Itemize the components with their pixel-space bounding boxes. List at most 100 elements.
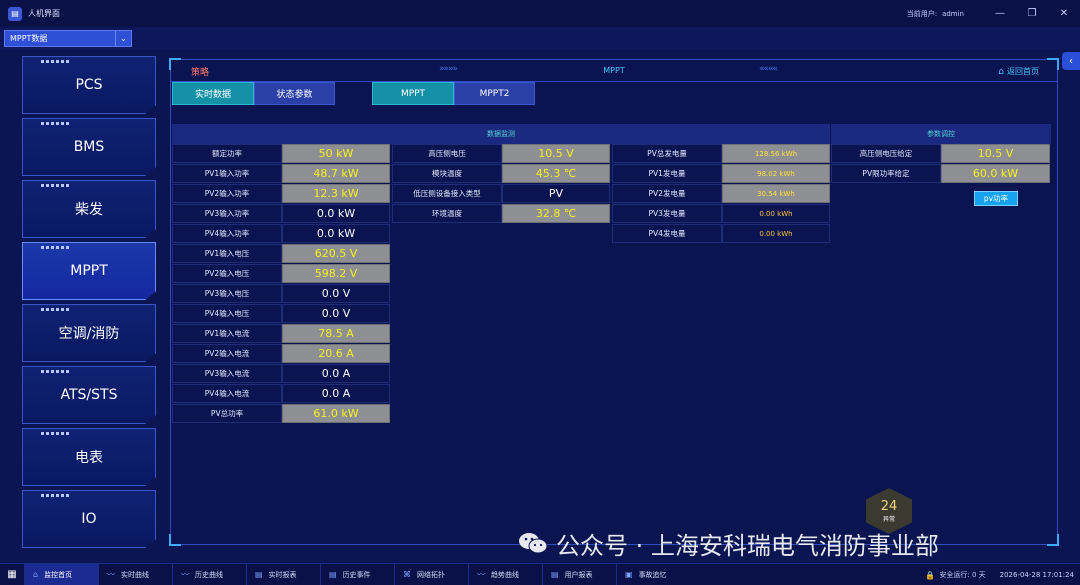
field-value: 0.0 V	[282, 304, 390, 323]
field-label: PV2发电量	[612, 184, 722, 203]
field-value: 0.00 kWh	[722, 224, 830, 243]
field-value: 0.00 kWh	[722, 204, 830, 223]
tab-mppt2[interactable]: MPPT2	[454, 82, 535, 105]
field-label: 高压侧电压	[392, 144, 502, 163]
field-label: 额定功率	[172, 144, 282, 163]
field-value: PV	[502, 184, 610, 203]
chart-line-icon: 〰	[107, 570, 115, 579]
stripe-decor	[41, 308, 71, 311]
toolbar: MPPT数据 ⌄	[0, 27, 1080, 49]
field-value: 128.56 kWh	[722, 144, 830, 163]
sidebar-item-label: 电表	[75, 450, 103, 466]
pv-power-button[interactable]: pv功率	[974, 191, 1018, 206]
stripe-decor	[41, 246, 71, 249]
field-label: PV总发电量	[612, 144, 722, 163]
taskbar-item[interactable]: ⌘ 网络拓扑	[394, 563, 468, 585]
alarm-count: 24	[880, 499, 898, 514]
history-chart-icon: 〰	[181, 570, 189, 579]
collapse-left-icon[interactable]: ‹	[1062, 52, 1080, 70]
field-label: PV2输入功率	[172, 184, 282, 203]
safety-days: 安全运行: 0 天	[939, 571, 986, 579]
field-value: 10.5 V	[502, 144, 610, 163]
sidebar-item[interactable]: 电表	[22, 428, 156, 486]
watermark: 公众号 · 上海安科瑞电气消防事业部	[518, 525, 939, 561]
taskbar-item-label: 用户报表	[564, 570, 593, 579]
minimize-icon[interactable]: —	[984, 0, 1016, 27]
hmi-screen: ▤ 人机界面 当前用户: admin — ❐ ✕ MPPT数据 ⌄ PCS BMS…	[0, 0, 1080, 585]
page-title: MPPT	[603, 66, 625, 75]
user-report-icon: ▤	[551, 570, 559, 579]
field-label: PV4输入电压	[172, 304, 282, 323]
field-label: PV总功率	[172, 404, 282, 423]
incident-icon: ▣	[625, 570, 633, 579]
taskbar: ▦ ⌂ 监控首页〰实时曲线〰历史曲线 ▤ 实时报表 ▤ 历史事件 ⌘ 网络拓扑〰趋势曲线 ▤ 用户…	[0, 563, 1080, 585]
stripe-decor	[41, 432, 71, 435]
wechat-icon	[519, 533, 548, 554]
hmi-app-icon: ▤	[8, 6, 22, 21]
sidebar-item[interactable]: MPPT	[22, 242, 156, 300]
sidebar-item[interactable]: PCS	[22, 56, 156, 114]
taskbar-item-label: 监控首页	[44, 570, 73, 579]
stripe-decor	[41, 122, 71, 125]
field-value: 98.02 kWh	[722, 164, 830, 183]
tab-realtime[interactable]: 实时数据	[172, 82, 254, 105]
field-label: PV1输入电流	[172, 324, 282, 343]
field-label: PV1输入功率	[172, 164, 282, 183]
field-value: 0.0 V	[282, 284, 390, 303]
user-label: 当前用户:	[906, 9, 938, 18]
page-select-dropdown[interactable]: MPPT数据 ⌄	[4, 30, 132, 47]
taskbar-item[interactable]: ▤ 历史事件	[320, 563, 394, 585]
field-label: PV4发电量	[612, 224, 722, 243]
field-value: 61.0 kW	[282, 404, 390, 423]
field-label: PV3发电量	[612, 204, 722, 223]
home-label: 返回首页	[1007, 67, 1039, 76]
taskbar-item-label: 事故追忆	[638, 570, 667, 579]
panel-header: 策略 »»»» MPPT «««« ⌂ 返回首页	[171, 60, 1057, 82]
start-grid-icon[interactable]: ▦	[0, 564, 24, 585]
watermark-text: 公众号 · 上海安科瑞电气消防事业部	[556, 531, 939, 560]
sidebar-item[interactable]: 空调/消防	[22, 304, 156, 362]
taskbar-item[interactable]: 〰趋势曲线	[468, 563, 542, 585]
field-value: 620.5 V	[282, 244, 390, 263]
field-value: 32.8 ℃	[502, 204, 610, 223]
sidebar-item-label: 空调/消防	[58, 326, 120, 342]
field-value[interactable]: 10.5 V	[941, 144, 1050, 163]
sidebar-item-label: BMS	[73, 139, 105, 155]
field-value: 12.3 kW	[282, 184, 390, 203]
taskbar-item[interactable]: 〰历史曲线	[172, 563, 246, 585]
title-bar: ▤ 人机界面 当前用户: admin — ❐ ✕	[0, 0, 1080, 27]
sidebar-item-label: MPPT	[70, 263, 108, 279]
tab-mppt[interactable]: MPPT	[372, 82, 454, 105]
arrows-right-decor: ««««	[759, 64, 778, 74]
restore-icon[interactable]: ❐	[1016, 0, 1048, 27]
taskbar-item[interactable]: ▤ 实时报表	[246, 563, 320, 585]
stripe-decor	[41, 184, 71, 187]
app-title: 人机界面	[28, 9, 60, 18]
field-value: 78.5 A	[282, 324, 390, 343]
field-label: PV2输入电流	[172, 344, 282, 363]
sidebar-item[interactable]: ATS/STS	[22, 366, 156, 424]
field-value[interactable]: 60.0 kW	[941, 164, 1050, 183]
home-icon: ⌂	[33, 570, 39, 579]
field-label: PV1输入电压	[172, 244, 282, 263]
field-label: PV2输入电压	[172, 264, 282, 283]
taskbar-item[interactable]: 〰实时曲线	[98, 563, 172, 585]
field-label: PV3输入电压	[172, 284, 282, 303]
sidebar-item-label: IO	[81, 511, 97, 527]
taskbar-item[interactable]: ⌂ 监控首页	[24, 563, 98, 585]
page-select-value: MPPT数据	[10, 34, 48, 43]
sidebar-item[interactable]: BMS	[22, 118, 156, 176]
field-label: 环境温度	[392, 204, 502, 223]
tab-status[interactable]: 状态参数	[254, 82, 335, 105]
field-label: PV3输入电流	[172, 364, 282, 383]
close-icon[interactable]: ✕	[1048, 0, 1080, 27]
home-link[interactable]: ⌂ 返回首页	[998, 66, 1039, 77]
taskbar-item[interactable]: ▤ 用户报表	[542, 563, 616, 585]
field-value: 0.0 kW	[282, 204, 390, 223]
sidebar-item[interactable]: IO	[22, 490, 156, 548]
field-value: 30.54 kWh	[722, 184, 830, 203]
sidebar-item[interactable]: 柴发	[22, 180, 156, 238]
taskbar-item[interactable]: ▣ 事故追忆	[616, 563, 690, 585]
taskbar-item-label: 实时曲线	[121, 570, 149, 579]
chevron-down-icon[interactable]: ⌄	[115, 31, 131, 46]
